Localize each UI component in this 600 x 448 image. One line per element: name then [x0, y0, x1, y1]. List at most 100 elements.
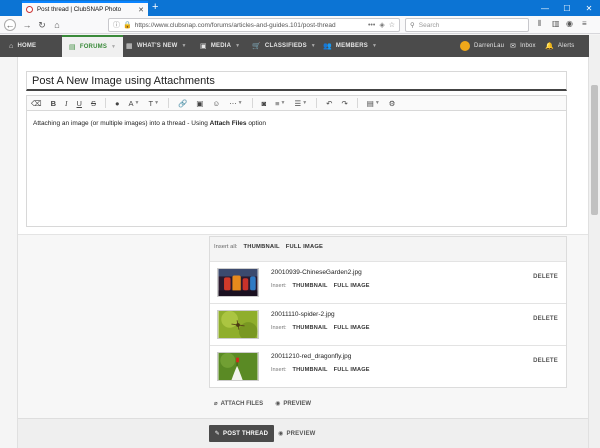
- toolbar-divider: [316, 98, 318, 108]
- back-icon[interactable]: ←: [4, 19, 16, 31]
- library-icon[interactable]: ⫴: [538, 19, 541, 29]
- delete-attachment-button[interactable]: DELETE: [533, 316, 558, 322]
- preview-button[interactable]: ◉ PREVIEW: [278, 425, 316, 442]
- scrollbar-thumb[interactable]: [591, 85, 598, 215]
- new-tab-icon[interactable]: +: [152, 1, 158, 14]
- toolbar-divider: [104, 98, 106, 108]
- search-icon: ⚲: [410, 22, 415, 29]
- italic-icon[interactable]: I: [65, 99, 68, 108]
- preview-label: PREVIEW: [286, 430, 316, 437]
- attachment-thumbnail[interactable]: [217, 268, 259, 297]
- delete-attachment-button[interactable]: DELETE: [533, 358, 558, 364]
- attachment-filename: 20011110-spider-2.jpg: [271, 311, 335, 318]
- browser-tab[interactable]: Post thread | ClubSNAP Photo ✕: [22, 1, 148, 16]
- message-bold-text: Attach Files: [209, 120, 247, 127]
- settings-gear-icon[interactable]: ⚙: [389, 99, 396, 108]
- account-icon[interactable]: ◉: [566, 19, 573, 28]
- eraser-icon[interactable]: ⌫: [31, 99, 42, 108]
- page-scrollbar[interactable]: [589, 35, 600, 448]
- insert-all-thumbnail-button[interactable]: THUMBNAIL: [244, 244, 280, 250]
- underline-icon[interactable]: U: [77, 99, 82, 108]
- message-editor[interactable]: Attaching an image (or multiple images) …: [26, 111, 567, 227]
- nav-members[interactable]: 👥 MEMBERS ▼: [323, 35, 377, 57]
- nav-whats-new[interactable]: ▦ WHAT'S NEW ▼: [126, 35, 187, 57]
- url-text[interactable]: https://www.clubsnap.com/forums/articles…: [135, 22, 364, 29]
- paperclip-icon: ⌀: [214, 401, 218, 407]
- post-thread-button[interactable]: ✎ POST THREAD: [209, 425, 274, 442]
- insert-full-image-button[interactable]: FULL IMAGE: [334, 367, 370, 373]
- sidebar-icon[interactable]: ▥: [552, 19, 560, 28]
- reload-icon[interactable]: ↻: [36, 19, 48, 31]
- image-icon: ▣: [200, 43, 207, 50]
- chevron-down-icon[interactable]: ▼: [235, 43, 240, 49]
- preview-link-button[interactable]: ◉ PREVIEW: [275, 400, 311, 408]
- message-text-suffix: option: [246, 120, 267, 127]
- inbox-link[interactable]: ✉ Inbox: [510, 35, 536, 57]
- minimize-icon[interactable]: —: [534, 0, 556, 16]
- search-bar[interactable]: ⚲ Search: [405, 18, 529, 32]
- insert-thumbnail-button[interactable]: THUMBNAIL: [293, 325, 328, 331]
- alerts-link[interactable]: 🔔 Alerts: [545, 35, 574, 57]
- username: DarrenLau: [474, 43, 505, 49]
- align-icon[interactable]: ≡ ▼: [275, 99, 285, 108]
- undo-icon[interactable]: ↶: [326, 99, 332, 108]
- chevron-down-icon[interactable]: ▼: [111, 44, 116, 50]
- browser-tab-strip: Post thread | ClubSNAP Photo ✕ + — ☐ ✕: [0, 0, 600, 16]
- nav-home-label: HOME: [17, 43, 37, 49]
- insert-full-image-button[interactable]: FULL IMAGE: [334, 325, 370, 331]
- list-icon[interactable]: ☰ ▼: [294, 99, 307, 108]
- thread-title-input[interactable]: Post A New Image using Attachments: [26, 71, 567, 91]
- nav-home[interactable]: ⌂ HOME: [9, 35, 36, 57]
- attachment-thumbnail[interactable]: [217, 352, 259, 381]
- alerts-label: Alerts: [557, 43, 575, 49]
- page-actions-icon[interactable]: •••: [368, 22, 375, 29]
- more-options-icon[interactable]: ⋯ ▼: [229, 99, 242, 108]
- camera-icon[interactable]: ◙: [262, 99, 267, 108]
- insert-label: Insert:: [271, 283, 287, 289]
- tab-close-icon[interactable]: ✕: [138, 6, 144, 14]
- image-insert-icon[interactable]: ▣: [196, 99, 203, 108]
- url-bar[interactable]: ⓘ 🔒 https://www.clubsnap.com/forums/arti…: [108, 18, 400, 32]
- insert-thumbnail-button[interactable]: THUMBNAIL: [293, 367, 328, 373]
- nav-forums[interactable]: ▤ FORUMS ▼: [62, 35, 124, 57]
- nav-classifieds[interactable]: 🛒 CLASSIFIEDS ▼: [252, 35, 316, 57]
- delete-attachment-button[interactable]: DELETE: [533, 274, 558, 280]
- insert-all-row: Insert all: THUMBNAIL FULL IMAGE: [214, 244, 323, 250]
- bold-icon[interactable]: B: [51, 99, 56, 108]
- chevron-down-icon[interactable]: ▼: [372, 43, 377, 49]
- attach-files-button[interactable]: ⌀ ATTACH FILES: [214, 400, 263, 408]
- strikethrough-icon[interactable]: S: [91, 99, 96, 108]
- insert-thumbnail-button[interactable]: THUMBNAIL: [293, 283, 328, 289]
- text-color-icon[interactable]: ●: [115, 99, 120, 108]
- link-icon[interactable]: 🔗: [178, 99, 187, 108]
- maximize-icon[interactable]: ☐: [556, 0, 578, 16]
- eye-icon: ◉: [275, 401, 281, 407]
- insert-all-full-image-button[interactable]: FULL IMAGE: [286, 244, 323, 250]
- font-family-icon[interactable]: A ▼: [129, 99, 140, 108]
- bookmark-star-icon[interactable]: ☆: [389, 21, 395, 29]
- post-thread-label: POST THREAD: [223, 430, 269, 437]
- forward-icon[interactable]: →: [21, 19, 33, 31]
- smilie-icon[interactable]: ☺: [212, 99, 220, 108]
- nav-whats-new-label: WHAT'S NEW: [136, 43, 178, 49]
- editor-toolbar: ⌫ B I U S ● A ▼ T ▼ 🔗 ▣ ☺ ⋯ ▼ ◙ ≡ ▼ ☰ ▼ ↶ ↷ ▤…: [26, 95, 567, 111]
- chevron-down-icon[interactable]: ▼: [311, 43, 316, 49]
- attachment-filename: 20010939-ChineseGarden2.jpg: [271, 269, 362, 276]
- pocket-icon[interactable]: ◈: [379, 21, 384, 29]
- insert-all-label: Insert all:: [214, 244, 238, 250]
- menu-icon[interactable]: ≡: [582, 19, 587, 28]
- attachment-insert-options: Insert: THUMBNAIL FULL IMAGE: [271, 367, 370, 373]
- info-icon[interactable]: ⓘ: [113, 20, 120, 30]
- redo-icon[interactable]: ↷: [341, 99, 347, 108]
- user-menu[interactable]: DarrenLau: [460, 35, 504, 57]
- attachment-thumbnail[interactable]: [217, 310, 259, 339]
- font-size-icon[interactable]: T ▼: [148, 99, 159, 108]
- avatar: [460, 41, 470, 51]
- drafts-icon[interactable]: ▤ ▼: [367, 99, 380, 108]
- insert-full-image-button[interactable]: FULL IMAGE: [334, 283, 370, 289]
- home-icon[interactable]: ⌂: [51, 19, 63, 31]
- chevron-down-icon[interactable]: ▼: [181, 43, 186, 49]
- site-favicon-icon: [26, 6, 33, 13]
- nav-media[interactable]: ▣ MEDIA ▼: [200, 35, 240, 57]
- window-close-icon[interactable]: ✕: [578, 0, 600, 16]
